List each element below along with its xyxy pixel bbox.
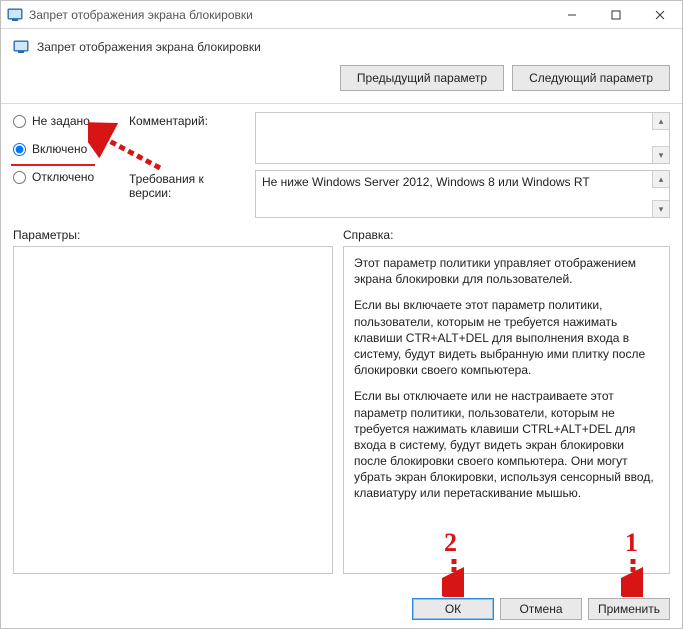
radio-not-configured-input[interactable] <box>13 115 26 128</box>
minimize-button[interactable] <box>550 1 594 28</box>
policy-header: Запрет отображения экрана блокировки <box>1 29 682 61</box>
radio-enabled[interactable]: Включено <box>13 142 123 156</box>
help-label: Справка: <box>343 228 670 242</box>
parameters-pane <box>13 246 333 574</box>
panes: Этот параметр политики управляет отображ… <box>1 246 682 594</box>
help-paragraph: Этот параметр политики управляет отображ… <box>354 255 659 287</box>
next-setting-button[interactable]: Следующий параметр <box>512 65 670 91</box>
radio-disabled-label: Отключено <box>32 170 94 184</box>
comment-textbox[interactable]: ▴ ▾ <box>255 112 670 164</box>
parameters-label: Параметры: <box>13 228 343 242</box>
apply-button[interactable]: Применить <box>588 598 670 620</box>
dialog-footer: ОК Отмена Применить <box>1 594 682 628</box>
close-button[interactable] <box>638 1 682 28</box>
policy-editor-window: Запрет отображения экрана блокировки Зап… <box>0 0 683 629</box>
comment-label: Комментарий: <box>129 112 249 128</box>
requirements-textbox: Не ниже Windows Server 2012, Windows 8 и… <box>255 170 670 218</box>
policy-icon <box>13 39 29 55</box>
radio-not-configured[interactable]: Не задано <box>13 114 123 128</box>
scroll-up-icon[interactable]: ▴ <box>652 113 669 130</box>
radio-not-configured-label: Не задано <box>32 114 90 128</box>
radio-enabled-label: Включено <box>32 142 87 156</box>
requirements-value: Не ниже Windows Server 2012, Windows 8 и… <box>262 175 590 189</box>
pane-labels: Параметры: Справка: <box>1 228 682 246</box>
window-controls <box>550 1 682 28</box>
app-icon <box>7 7 23 23</box>
annotation-underline <box>11 164 95 166</box>
cancel-button[interactable]: Отмена <box>500 598 582 620</box>
help-pane: Этот параметр политики управляет отображ… <box>343 246 670 574</box>
maximize-button[interactable] <box>594 1 638 28</box>
help-paragraph: Если вы отключаете или не настраиваете э… <box>354 388 659 501</box>
scroll-up-icon[interactable]: ▴ <box>652 171 669 188</box>
nav-row: Предыдущий параметр Следующий параметр <box>1 61 682 104</box>
help-paragraph: Если вы включаете этот параметр политики… <box>354 297 659 378</box>
prev-setting-button[interactable]: Предыдущий параметр <box>340 65 504 91</box>
state-radio-group: Не задано Включено Отключено <box>13 112 123 184</box>
requirements-label: Требования к версии: <box>129 170 249 200</box>
window-title: Запрет отображения экрана блокировки <box>29 8 550 22</box>
radio-disabled[interactable]: Отключено <box>13 170 123 184</box>
upper-grid: Не задано Включено Отключено Комментарий… <box>1 104 682 228</box>
radio-enabled-input[interactable] <box>13 143 26 156</box>
radio-disabled-input[interactable] <box>13 171 26 184</box>
ok-button[interactable]: ОК <box>412 598 494 620</box>
scroll-down-icon[interactable]: ▾ <box>652 146 669 163</box>
policy-name: Запрет отображения экрана блокировки <box>37 40 670 54</box>
scroll-down-icon[interactable]: ▾ <box>652 200 669 217</box>
titlebar: Запрет отображения экрана блокировки <box>1 1 682 29</box>
